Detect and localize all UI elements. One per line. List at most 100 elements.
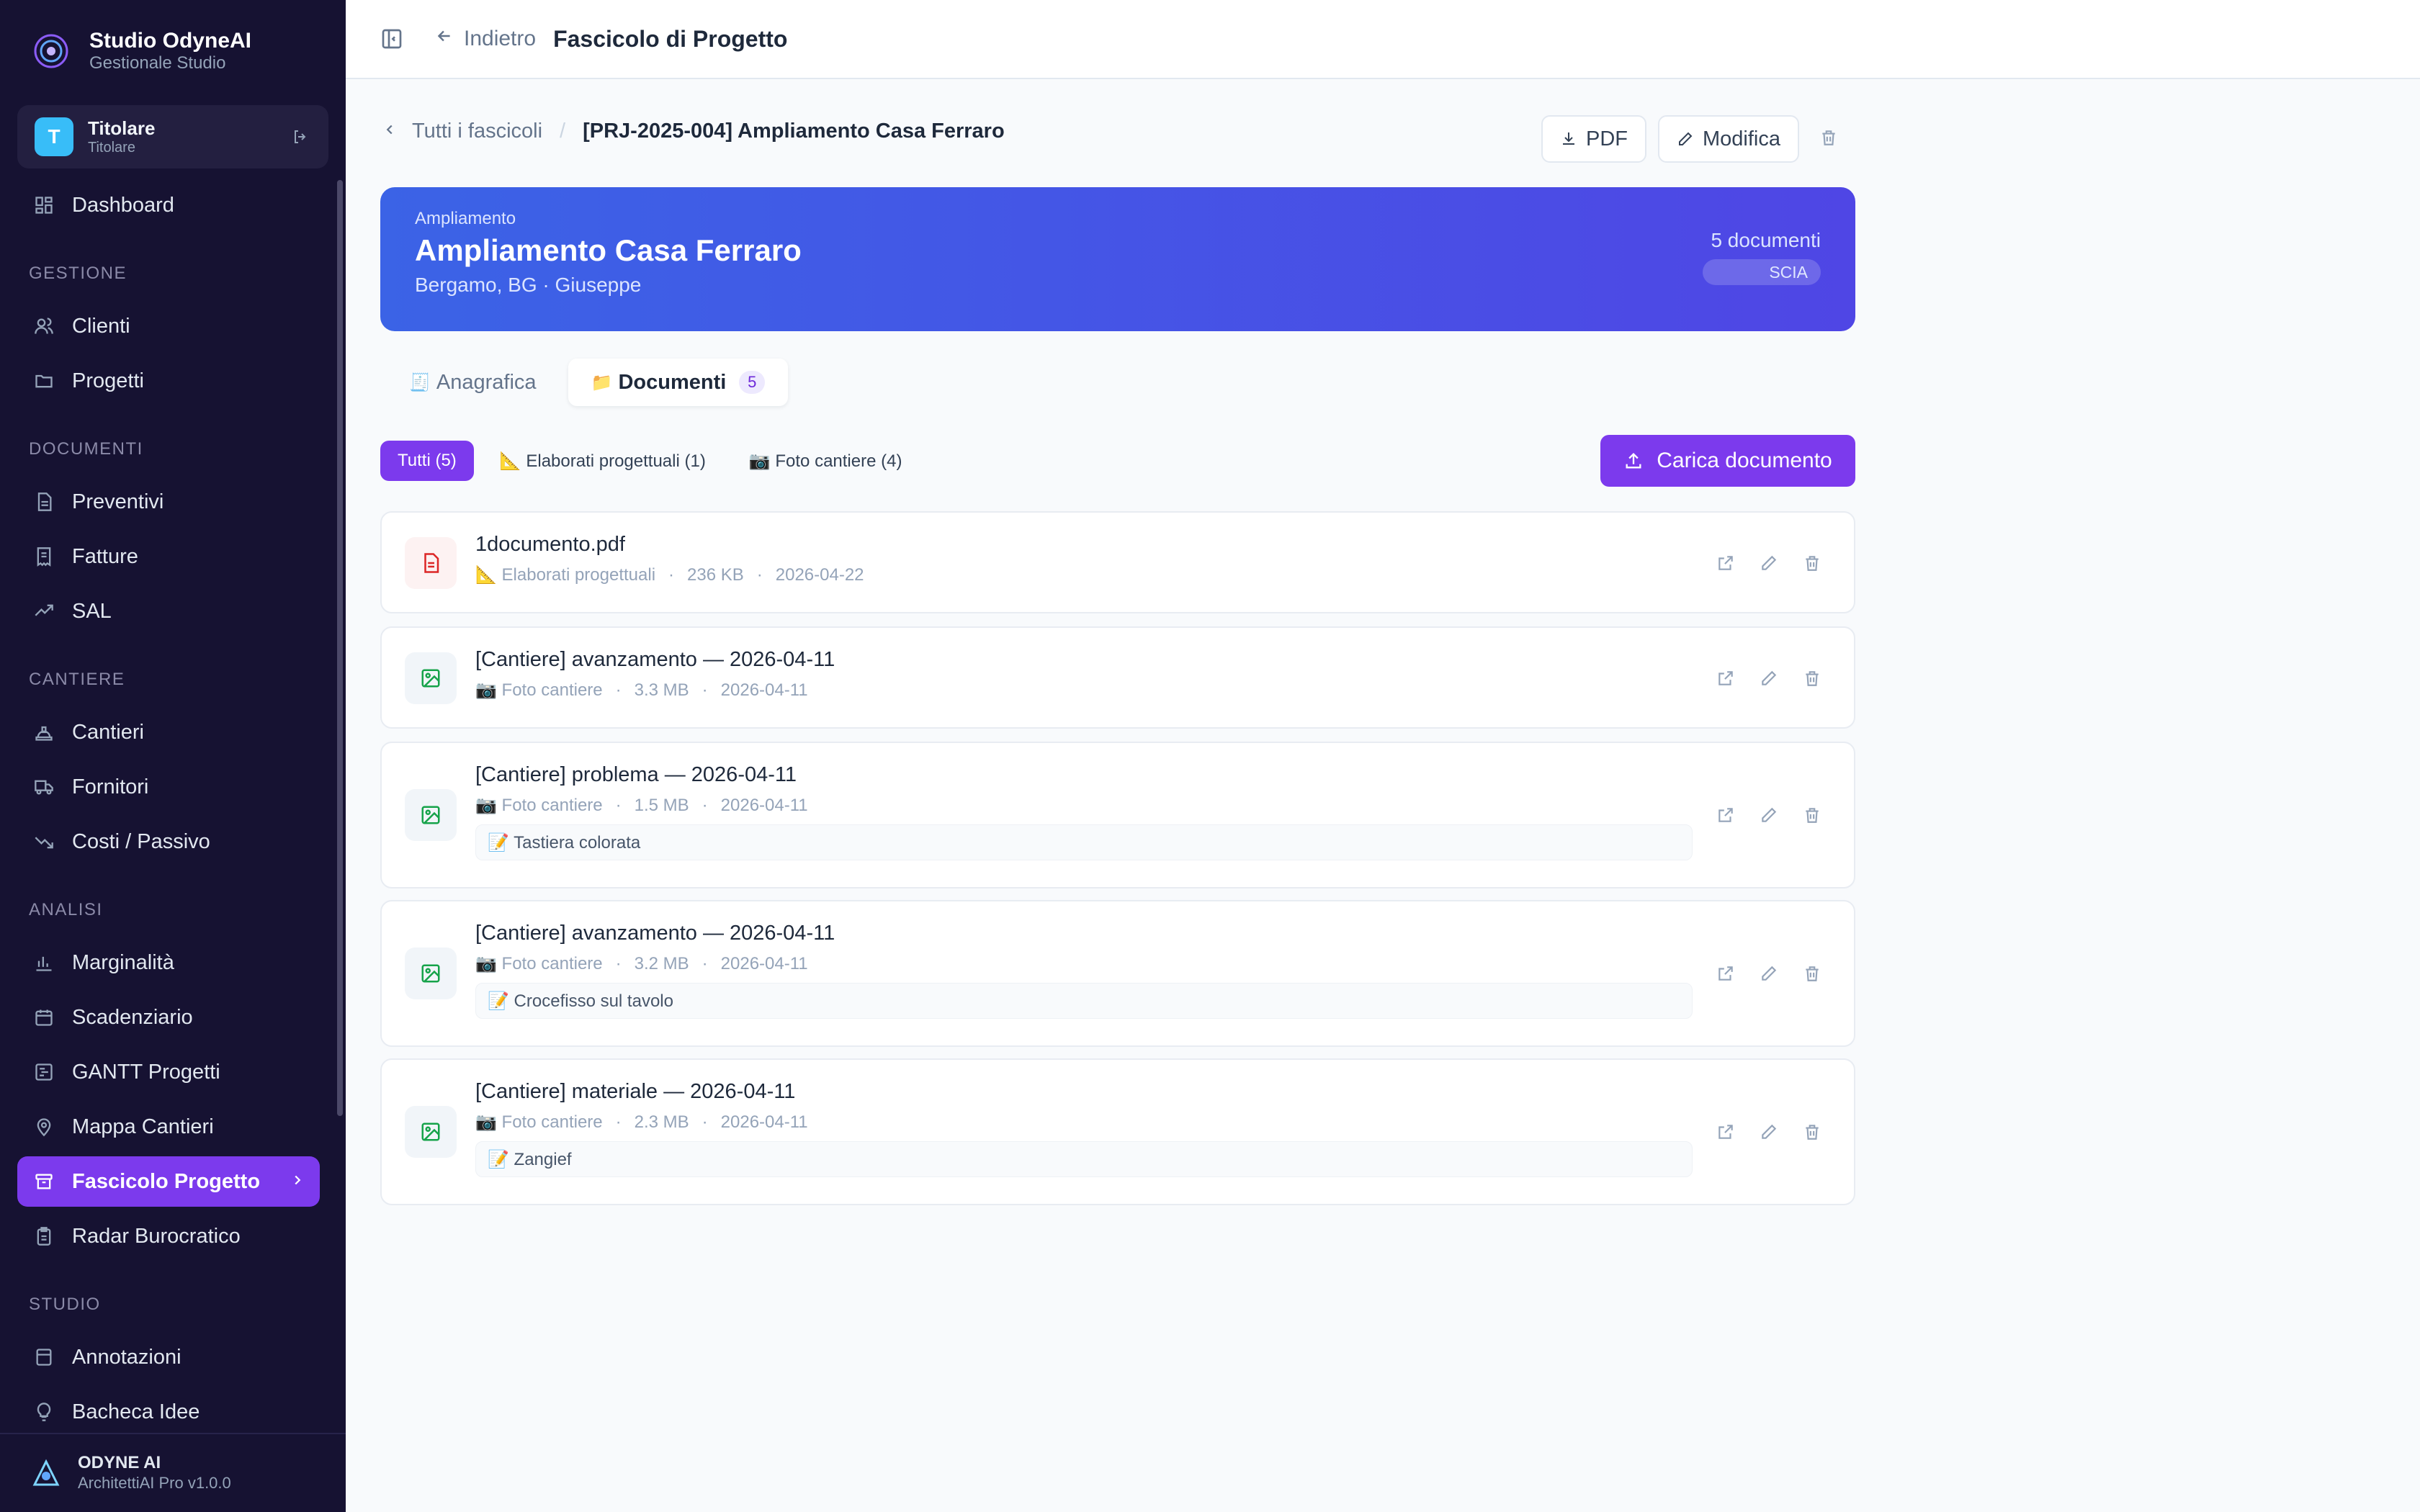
sidebar-item-bacheca[interactable]: Bacheca Idee	[17, 1387, 320, 1433]
sidebar-item-label: Fascicolo Progetto	[72, 1169, 261, 1193]
document-size: 2.3 MB	[634, 1112, 689, 1132]
tab-documenti[interactable]: 📁 Documenti 5	[568, 359, 789, 406]
filter-foto[interactable]: 📷 Foto cantiere (4)	[732, 441, 920, 481]
image-file-icon	[405, 652, 457, 704]
pencil-icon[interactable]	[1756, 665, 1782, 691]
document-meta: 📐 Elaborati progettuali · 236 KB · 2026-…	[475, 564, 1693, 585]
footer-version: ArchitettiAI Pro v1.0.0	[78, 1474, 231, 1492]
sidebar-item-fornitori[interactable]: Fornitori	[17, 762, 320, 812]
brand[interactable]: Studio OdyneAI Gestionale Studio	[30, 29, 251, 73]
arrow-left-icon	[435, 27, 454, 51]
document-category: 📷 Foto cantiere	[475, 796, 603, 815]
tab-label: Anagrafica	[436, 370, 537, 394]
external-link-icon[interactable]	[1713, 665, 1739, 691]
document-actions	[1695, 960, 1825, 986]
pencil-icon[interactable]	[1756, 1119, 1782, 1145]
document-row[interactable]: [Cantiere] materiale — 2026-04-11 📷 Foto…	[380, 1058, 1855, 1205]
filter-elaborati[interactable]: 📐 Elaborati progettuali (1)	[483, 441, 723, 481]
sidebar-item-cantieri[interactable]: Cantieri	[17, 707, 320, 757]
meta-separator: ·	[615, 953, 622, 973]
sidebar-item-annotazioni[interactable]: Annotazioni	[17, 1332, 320, 1382]
document-row[interactable]: [Cantiere] problema — 2026-04-11 📷 Foto …	[380, 742, 1855, 888]
document-category: 📐 Elaborati progettuali	[475, 565, 656, 585]
pencil-icon[interactable]	[1756, 960, 1782, 986]
edit-label: Modifica	[1703, 127, 1780, 150]
sidebar-toggle-icon[interactable]	[377, 24, 406, 53]
folder-icon	[32, 369, 56, 393]
sidebar-item-clienti[interactable]: Clienti	[17, 301, 320, 351]
sidebar-item-label: Fornitori	[72, 775, 149, 798]
upload-icon	[1623, 451, 1644, 471]
sidebar-item-mappa[interactable]: Mappa Cantieri	[17, 1102, 320, 1152]
logout-icon[interactable]	[290, 126, 311, 148]
section-heading-analisi: ANALISI	[29, 900, 103, 919]
lightbulb-icon	[32, 1400, 56, 1424]
receipt-icon	[32, 544, 56, 569]
delete-project-button[interactable]	[1811, 115, 1847, 163]
document-row[interactable]: [Cantiere] avanzamento — 2026-04-11 📷 Fo…	[380, 626, 1855, 729]
document-row[interactable]: [Cantiere] avanzamento — 2026-04-11 📷 Fo…	[380, 900, 1855, 1047]
meta-separator: ·	[756, 564, 763, 585]
section-heading-studio: STUDIO	[29, 1295, 101, 1314]
trash-icon[interactable]	[1799, 550, 1825, 576]
sidebar-scrollbar[interactable]	[337, 180, 343, 1116]
document-actions	[1695, 665, 1825, 691]
external-link-icon[interactable]	[1713, 960, 1739, 986]
trash-icon[interactable]	[1799, 960, 1825, 986]
brand-subtitle: Gestionale Studio	[89, 53, 226, 73]
document-meta: 📷 Foto cantiere · 2.3 MB · 2026-04-11	[475, 1112, 1693, 1133]
edit-button[interactable]: Modifica	[1658, 115, 1799, 163]
document-meta: 📷 Foto cantiere · 1.5 MB · 2026-04-11	[475, 795, 1693, 816]
breadcrumb-back-label: Tutti i fascicoli	[412, 120, 543, 143]
sidebar-item-label: Radar Burocratico	[72, 1224, 241, 1248]
trash-icon[interactable]	[1799, 1119, 1825, 1145]
sidebar-item-fascicolo[interactable]: Fascicolo Progetto	[17, 1156, 320, 1207]
document-row[interactable]: 1documento.pdf 📐 Elaborati progettuali ·…	[380, 511, 1855, 613]
sidebar-item-dashboard[interactable]: Dashboard	[17, 180, 320, 230]
image-file-icon	[405, 789, 457, 841]
sidebar-item-scadenziario[interactable]: Scadenziario	[17, 992, 320, 1043]
sidebar-nav: Dashboard GESTIONE Clienti Progetti DOCU…	[0, 180, 346, 1433]
pdf-label: PDF	[1586, 127, 1628, 150]
sidebar-item-gantt[interactable]: GANTT Progetti	[17, 1047, 320, 1097]
sidebar-item-label: Clienti	[72, 314, 130, 338]
external-link-icon[interactable]	[1713, 1119, 1739, 1145]
sidebar: Studio OdyneAI Gestionale Studio T Titol…	[0, 0, 346, 1512]
sidebar-item-sal[interactable]: SAL	[17, 586, 320, 636]
pencil-icon[interactable]	[1756, 802, 1782, 828]
document-note: 📝 Crocefisso sul tavolo	[475, 983, 1693, 1019]
trash-icon[interactable]	[1799, 665, 1825, 691]
sidebar-item-fatture[interactable]: Fatture	[17, 531, 320, 582]
filter-bar: Tutti (5) 📐 Elaborati progettuali (1) 📷 …	[380, 441, 928, 481]
notebook-icon	[32, 1345, 56, 1369]
sidebar-item-radar[interactable]: Radar Burocratico	[17, 1211, 320, 1261]
image-file-icon	[405, 948, 457, 999]
trash-icon[interactable]	[1799, 802, 1825, 828]
section-heading-documenti: DOCUMENTI	[29, 439, 143, 459]
pencil-icon	[1677, 130, 1694, 148]
back-button[interactable]: Indietro	[435, 27, 536, 51]
sidebar-item-marginalita[interactable]: Marginalità	[17, 937, 320, 988]
document-date: 2026-04-22	[775, 564, 864, 585]
pdf-button[interactable]: PDF	[1541, 115, 1646, 163]
back-label: Indietro	[464, 27, 537, 50]
external-link-icon[interactable]	[1713, 802, 1739, 828]
project-location: Bergamo, BG · Giuseppe	[415, 274, 642, 296]
sidebar-item-label: GANTT Progetti	[72, 1060, 220, 1084]
pencil-icon[interactable]	[1756, 550, 1782, 576]
sidebar-item-progetti[interactable]: Progetti	[17, 356, 320, 406]
tab-anagrafica[interactable]: 🧾 Anagrafica	[395, 359, 551, 406]
topbar: Indietro Fascicolo di Progetto	[346, 0, 2420, 79]
sidebar-item-costi[interactable]: Costi / Passivo	[17, 816, 320, 867]
user-card[interactable]: T Titolare Titolare	[17, 105, 328, 168]
meta-separator: ·	[702, 795, 708, 815]
document-meta: 📷 Foto cantiere · 3.2 MB · 2026-04-11	[475, 953, 1693, 974]
filter-all[interactable]: Tutti (5)	[380, 441, 474, 481]
document-note: 📝 Zangief	[475, 1141, 1693, 1177]
external-link-icon[interactable]	[1713, 550, 1739, 576]
breadcrumb-back-link[interactable]: Tutti i fascicoli	[382, 120, 542, 143]
calendar-icon	[32, 1005, 56, 1030]
meta-separator: ·	[668, 564, 675, 585]
upload-document-button[interactable]: Carica documento	[1600, 435, 1855, 487]
sidebar-item-preventivi[interactable]: Preventivi	[17, 477, 320, 527]
